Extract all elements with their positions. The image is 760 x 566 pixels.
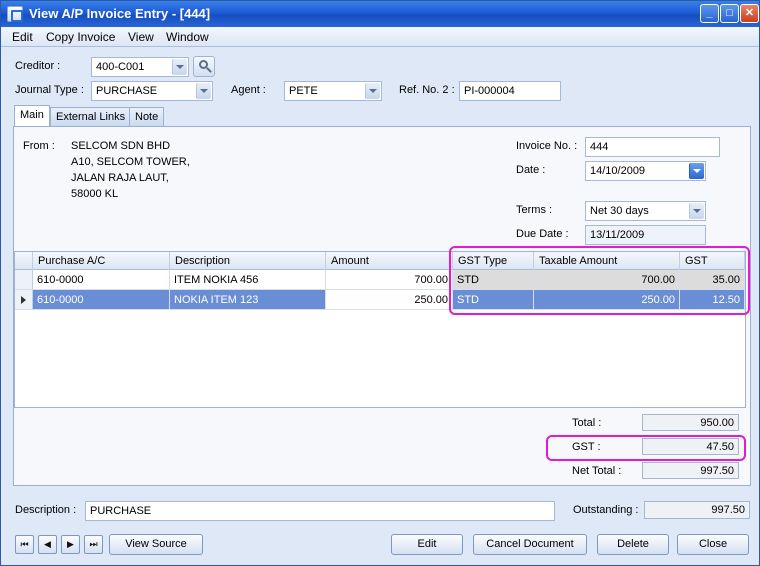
col-description[interactable]: Description (170, 252, 326, 270)
creditor-combo[interactable]: 400-C001 (91, 57, 189, 77)
net-total-field: 997.50 (642, 462, 739, 479)
terms-value: Net 30 days (590, 205, 649, 217)
net-total-label: Net Total : (572, 465, 622, 477)
date-value: 14/10/2009 (590, 165, 646, 177)
close-window-button[interactable]: ✕ (740, 4, 759, 23)
description-label: Description : (15, 504, 77, 516)
address-line-2: A10, SELCOM TOWER, (71, 156, 190, 168)
previous-record-button[interactable]: ◀ (38, 535, 57, 554)
tab-note[interactable]: Note (129, 107, 165, 126)
journal-type-combo[interactable]: PURCHASE (91, 81, 213, 101)
first-record-button[interactable]: ⏮ (15, 535, 34, 554)
next-record-button[interactable]: ▶ (61, 535, 80, 554)
due-date-field: 13/11/2009 (585, 225, 706, 245)
outstanding-label: Outstanding : (573, 504, 639, 516)
menu-edit[interactable]: Edit (12, 30, 33, 44)
delete-button[interactable]: Delete (597, 534, 669, 555)
journal-type-value: PURCHASE (96, 85, 158, 97)
last-record-button[interactable]: ⏭ (84, 535, 103, 554)
agent-value: PETE (289, 85, 318, 97)
chevron-down-icon[interactable] (172, 59, 187, 75)
total-field: 950.00 (642, 414, 739, 431)
last-icon: ⏭ (89, 539, 98, 549)
col-purchase-ac[interactable]: Purchase A/C (33, 252, 170, 270)
invoice-no-value: 444 (590, 141, 609, 153)
view-source-button[interactable]: View Source (109, 534, 203, 555)
menu-copy-invoice[interactable]: Copy Invoice (46, 30, 115, 44)
journal-type-label: Journal Type : (15, 84, 84, 96)
calendar-dropdown-icon[interactable] (689, 163, 704, 179)
due-date-value: 13/11/2009 (590, 229, 645, 241)
row-pointer-icon (21, 296, 26, 304)
tab-main[interactable]: Main (14, 105, 50, 127)
creditor-label: Creditor : (15, 60, 61, 72)
invoice-no-field[interactable]: 444 (585, 137, 720, 157)
gst-columns-highlight (449, 246, 750, 315)
title-bar[interactable]: View A/P Invoice Entry - [444] _ □ ✕ (1, 1, 759, 27)
close-button[interactable]: Close (677, 534, 749, 555)
terms-label: Terms : (516, 204, 553, 216)
cell-account[interactable]: 610-0000 (33, 290, 170, 310)
tab-external-links[interactable]: External Links (50, 107, 132, 126)
menu-bar: Edit Copy Invoice View Window (1, 27, 759, 47)
cell-description[interactable]: ITEM NOKIA 456 (170, 270, 326, 290)
description-value: PURCHASE (90, 505, 152, 517)
agent-combo[interactable]: PETE (284, 81, 382, 101)
agent-label: Agent : (231, 84, 266, 96)
from-label: From : (23, 140, 55, 152)
chevron-down-icon[interactable] (365, 83, 380, 99)
ref-no2-value: PI-000004 (464, 85, 515, 97)
total-label: Total : (572, 417, 602, 429)
address-line-4: 58000 KL (71, 188, 119, 200)
first-icon: ⏮ (20, 539, 29, 549)
menu-window[interactable]: Window (166, 30, 209, 44)
chevron-down-icon[interactable] (689, 203, 704, 219)
cell-account[interactable]: 610-0000 (33, 270, 170, 290)
address-line-3: JALAN RAJA LAUT, (71, 172, 169, 184)
ref-no2-label: Ref. No. 2 : (399, 84, 455, 96)
cancel-document-button[interactable]: Cancel Document (473, 534, 587, 555)
terms-combo[interactable]: Net 30 days (585, 201, 706, 221)
invoice-window: View A/P Invoice Entry - [444] _ □ ✕ Edi… (0, 0, 760, 566)
ref-no2-field[interactable]: PI-000004 (459, 81, 561, 101)
minimize-button[interactable]: _ (700, 4, 719, 23)
address-line-1: SELCOM SDN BHD (71, 140, 171, 152)
date-label: Date : (516, 164, 546, 176)
cell-amount[interactable]: 700.00 (326, 270, 453, 290)
gst-total-highlight (546, 435, 746, 461)
col-amount[interactable]: Amount (326, 252, 453, 270)
search-creditor-button[interactable] (193, 56, 215, 77)
cell-amount[interactable]: 250.00 (326, 290, 453, 310)
previous-icon: ◀ (44, 539, 51, 549)
chevron-down-icon[interactable] (196, 83, 211, 99)
maximize-button[interactable]: □ (720, 4, 739, 23)
due-date-label: Due Date : (516, 228, 569, 240)
menu-view[interactable]: View (128, 30, 154, 44)
edit-button[interactable]: Edit (391, 534, 463, 555)
app-icon (7, 6, 23, 22)
next-icon: ▶ (67, 539, 74, 549)
creditor-value: 400-C001 (96, 61, 145, 73)
date-picker[interactable]: 14/10/2009 (585, 161, 706, 181)
outstanding-field: 997.50 (644, 501, 750, 519)
window-title: View A/P Invoice Entry - [444] (29, 6, 211, 21)
invoice-no-label: Invoice No. : (516, 140, 578, 152)
description-field[interactable]: PURCHASE (85, 501, 555, 521)
cell-description[interactable]: NOKIA ITEM 123 (170, 290, 326, 310)
